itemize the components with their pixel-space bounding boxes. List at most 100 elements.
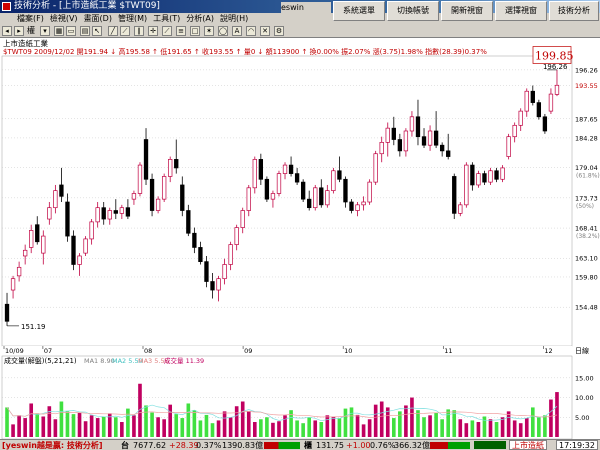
volume-bar — [367, 419, 372, 437]
candle-body — [95, 207, 100, 223]
dropdown-icon[interactable]: ▾ — [40, 26, 50, 36]
arc-tool-icon[interactable]: ◠ — [246, 26, 256, 36]
volume-bar — [234, 406, 239, 437]
candle-body — [113, 210, 118, 214]
candle-body — [47, 207, 52, 220]
volume-bar — [120, 422, 124, 437]
candle-body — [119, 207, 125, 214]
menu-tools[interactable]: 工具(T) — [150, 13, 183, 24]
menu-manage[interactable]: 管理(M) — [115, 13, 150, 24]
candle-body — [482, 173, 487, 183]
volume-bar — [319, 422, 324, 437]
channel-tool-icon[interactable]: ≡ — [176, 26, 186, 36]
price-tick-label: 179.04 — [575, 164, 598, 172]
switch-account-button[interactable]: 切換帳號 — [387, 1, 439, 21]
candle-body — [385, 127, 390, 143]
candle-body — [367, 181, 372, 203]
volume-bar — [271, 422, 275, 437]
volume-bar — [452, 410, 457, 437]
settings-icon[interactable]: ⚙ — [274, 26, 284, 36]
status-market1-change: +28.39 — [169, 441, 199, 450]
volume-bar — [168, 404, 173, 437]
eraser-icon[interactable]: ✕ — [260, 26, 270, 36]
menu-help[interactable]: 說明(H) — [217, 13, 251, 24]
volume-bar — [549, 399, 553, 437]
volume-bar — [186, 403, 191, 437]
volume-bar — [198, 420, 203, 437]
volume-tick-label: 5.00 — [575, 414, 589, 422]
volume-bar — [295, 420, 299, 437]
fan-tool-icon[interactable]: ✶ — [204, 26, 214, 36]
parallel-tool-icon[interactable]: ∥ — [134, 26, 144, 36]
system-menu-button[interactable]: 系統選單 — [333, 1, 385, 21]
volume-bar — [404, 405, 408, 437]
candle-body — [524, 90, 529, 112]
forward-icon[interactable]: ▸ — [14, 26, 24, 36]
candle-body — [373, 153, 378, 183]
line-tool-icon[interactable]: ╱ — [108, 26, 118, 36]
status-activity-meter — [474, 441, 506, 449]
candle-body — [180, 184, 185, 211]
candle-body — [518, 110, 523, 126]
trend-tool-icon[interactable]: ⟋ — [162, 26, 172, 36]
volume-bar — [391, 418, 396, 437]
technical-analysis-button[interactable]: 技術分析 — [549, 1, 599, 21]
grid-icon[interactable]: ▦ — [54, 26, 64, 36]
volume-bar — [494, 422, 499, 437]
menu-analysis[interactable]: 分析(A) — [183, 13, 217, 24]
eswin-logo: eswin — [281, 2, 331, 14]
candle-body — [22, 249, 28, 257]
status-brand: [yeswin越是贏: 技術分析] — [2, 441, 103, 450]
candle-body — [530, 90, 535, 103]
candle-body — [137, 164, 143, 194]
volume-bar — [150, 412, 154, 437]
volume-bar — [500, 417, 505, 437]
candle-body — [379, 142, 384, 155]
volume-bar — [216, 420, 221, 437]
candle-body — [476, 173, 481, 186]
menu-display[interactable]: 畫面(D) — [81, 13, 115, 24]
volume-bar — [29, 403, 34, 437]
candle-body — [53, 190, 58, 209]
volume-bar — [373, 404, 378, 437]
pointer-icon[interactable]: ↖ — [92, 26, 102, 36]
volume-bar — [222, 411, 227, 437]
candle-body — [282, 164, 288, 174]
candle-body — [409, 116, 415, 132]
volume-bar — [65, 411, 70, 437]
candle-body — [500, 167, 505, 180]
candle-body — [361, 201, 366, 206]
volume-bar — [5, 407, 9, 437]
date-tick-label: 09 — [244, 347, 252, 355]
select-window-button[interactable]: 選擇視窗 — [495, 1, 547, 21]
candle-body — [107, 210, 112, 220]
rectangle-tool-icon[interactable]: □ — [190, 26, 200, 36]
menu-file[interactable]: 檔案(F) — [14, 13, 47, 24]
ray-tool-icon[interactable]: ⟋ — [120, 26, 130, 36]
chart-area[interactable]: 上市造紙工業 $TWT09 2009/12/02 開191.94 ↓ 高195.… — [0, 38, 600, 440]
ellipse-tool-icon[interactable]: ◯ — [218, 26, 228, 36]
back-icon[interactable]: ◂ — [2, 26, 12, 36]
candle-body — [343, 178, 348, 203]
period-selector[interactable]: 權 — [27, 26, 35, 36]
volume-bar — [228, 417, 233, 437]
chart-icon[interactable]: ▤ — [80, 26, 90, 36]
volume-bar — [349, 407, 354, 437]
candle-body — [65, 201, 70, 237]
volume-bar — [204, 414, 209, 437]
volume-bar — [210, 423, 215, 437]
volume-legend-volume: 成交量 11.39 — [164, 356, 204, 365]
chart-canvas[interactable]: 上市造紙工業 $TWT09 2009/12/02 開191.94 ↓ 高195.… — [0, 38, 600, 440]
text-tool-icon[interactable]: A — [232, 26, 242, 36]
date-tick-label: 12 — [544, 347, 552, 355]
volume-bar — [343, 408, 348, 437]
volume-bar — [543, 415, 547, 437]
window-icon[interactable]: ▭ — [66, 26, 76, 36]
menu-view[interactable]: 檢視(V) — [47, 13, 81, 24]
candle-body — [161, 176, 167, 200]
candle-body — [29, 230, 34, 248]
cross-tool-icon[interactable]: ✛ — [148, 26, 158, 36]
price-tick-label: 193.55 — [575, 82, 598, 90]
candle-body — [494, 170, 499, 180]
new-window-button[interactable]: 開新視窗 — [441, 1, 493, 21]
